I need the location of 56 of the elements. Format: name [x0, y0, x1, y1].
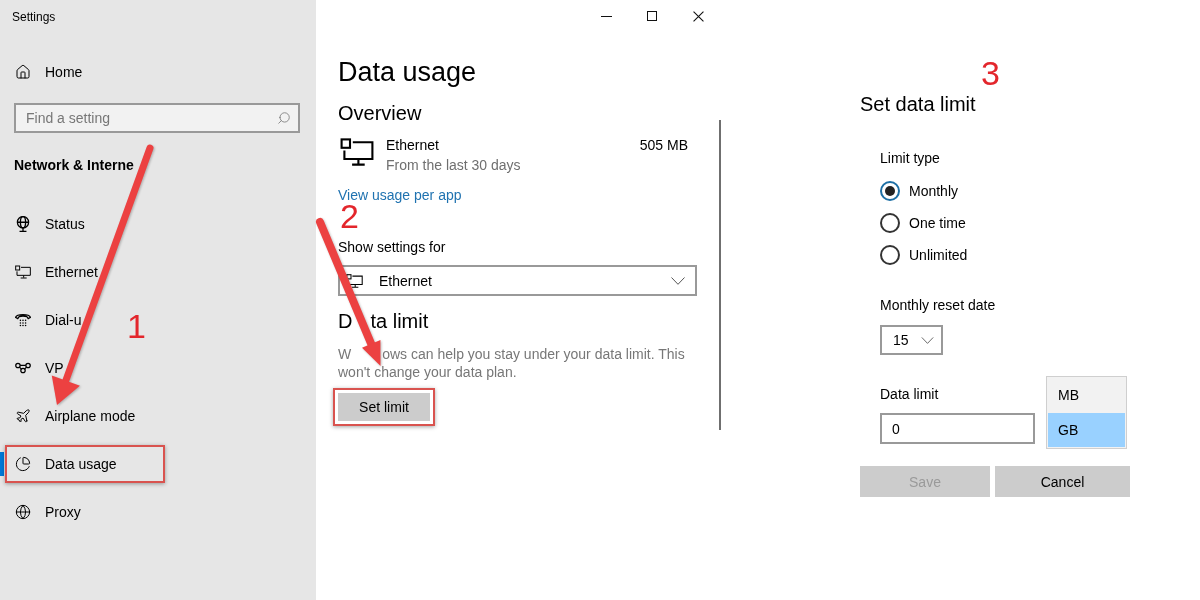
radio-label[interactable]: Monthly [909, 181, 959, 201]
window-title: Settings [11, 9, 56, 25]
chevron-icon [671, 276, 685, 285]
globe-stand-icon [15, 216, 31, 232]
section-title: Network & Interne [13, 156, 134, 175]
radio-button[interactable] [880, 213, 900, 233]
pie-chart-icon [15, 456, 31, 472]
linked-circles-icon [15, 360, 31, 376]
home-icon [15, 64, 31, 80]
field-label: Monthly reset date [880, 296, 996, 315]
radio-button[interactable] [880, 245, 900, 265]
radio-label[interactable]: Unlimited [909, 245, 968, 265]
close-icon [692, 10, 704, 22]
airplane-icon [15, 408, 31, 424]
minimize-icon [600, 15, 612, 17]
monitor-icon [340, 138, 374, 166]
search-icon [277, 111, 291, 125]
scrollbar[interactable] [719, 120, 721, 430]
nav-item[interactable]: VP [4, 344, 316, 392]
day-dropdown[interactable]: 15 [880, 325, 943, 355]
radio-button[interactable] [880, 181, 900, 201]
section-heading: Overview [338, 101, 422, 126]
step-number: 3 [981, 56, 1000, 90]
network-name: Ethernet [386, 136, 439, 155]
maximize-icon [647, 11, 657, 21]
nav-item[interactable]: Airplane mode [4, 392, 316, 440]
radio-label[interactable]: One time [909, 213, 966, 233]
set-limit-button[interactable]: Set limit [338, 393, 430, 421]
network-dropdown[interactable]: Ethernet [338, 265, 697, 296]
nav-item[interactable]: Status [4, 200, 316, 248]
chevron-icon [920, 336, 934, 344]
field-label: Limit type [880, 149, 940, 168]
phone-icon [15, 312, 31, 328]
monitor-icon [346, 273, 363, 288]
field-label: Show settings for [338, 238, 446, 257]
usage-amount: 505 MB [639, 136, 688, 155]
unit-option[interactable]: GB [1048, 413, 1125, 447]
field-label: Data limit [880, 385, 939, 404]
page-title: Data usage [338, 56, 477, 89]
globe-icon [15, 504, 31, 520]
limit-input[interactable]: 0 [880, 413, 1035, 444]
usage-period: From the last 30 days [386, 156, 521, 175]
section-heading: ta limit [370, 309, 429, 334]
nav-item[interactable]: Proxy [4, 488, 316, 536]
nav-item[interactable]: Ethernet [4, 248, 316, 296]
description-text: W [338, 345, 352, 363]
search-field[interactable]: Find a setting [14, 103, 300, 133]
description-text: ows can help you stay under your data limit. This [382, 345, 685, 363]
nav-item[interactable]: Data usage [5, 445, 165, 483]
description-text: won't change your data plan. [338, 363, 517, 381]
home-button[interactable]: Home [0, 56, 93, 88]
monitor-icon [15, 264, 31, 280]
step-number: 1 [127, 309, 146, 343]
section-heading: D [338, 309, 353, 334]
cancel-button[interactable]: Cancel [995, 466, 1130, 497]
dialog-title: Set data limit [860, 92, 976, 117]
